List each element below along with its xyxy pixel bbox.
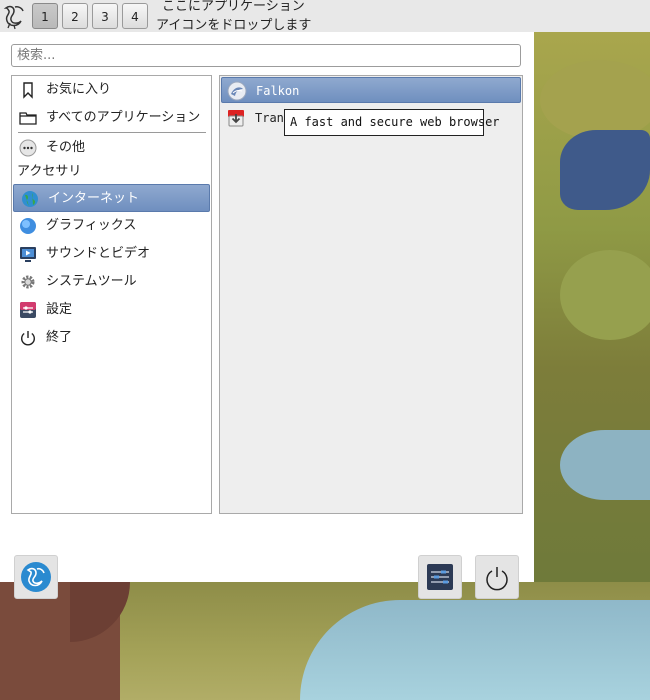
search-input[interactable] <box>11 44 521 67</box>
top-panel: 1 2 3 4 ここにアプリケーション アイコンをドロップします <box>0 0 650 35</box>
category-label: 設定 <box>46 302 73 317</box>
bookmark-icon <box>19 81 37 99</box>
category-list: お気に入り すべてのアプリケーション その他 アクセサリ インターネット グラフ… <box>11 75 212 514</box>
category-label: サウンドとビデオ <box>46 246 151 261</box>
category-label: すべてのアプリケーション <box>46 110 201 125</box>
category-label: その他 <box>46 140 86 155</box>
application-list: Falkon Trans <box>219 75 523 514</box>
desktop-3-button[interactable]: 3 <box>92 3 118 29</box>
quicklaunch-hint[interactable]: ここにアプリケーション アイコンをドロップします <box>156 0 311 35</box>
falkon-icon <box>227 81 247 101</box>
multimedia-icon <box>19 245 37 263</box>
category-system-tools[interactable]: システムツール <box>12 268 211 296</box>
gear-icon <box>19 273 37 291</box>
shutdown-button[interactable] <box>475 555 519 599</box>
desktop-1-button[interactable]: 1 <box>32 3 58 29</box>
settings-icon <box>19 301 37 319</box>
category-label: インターネット <box>48 191 140 206</box>
category-graphics[interactable]: グラフィックス <box>12 212 211 240</box>
quicklaunch-hint-line1: ここにアプリケーション <box>162 0 305 14</box>
category-label: システムツール <box>46 274 137 289</box>
category-favorites[interactable]: お気に入り <box>12 76 211 104</box>
app-tooltip: A fast and secure web browser <box>284 109 500 136</box>
category-settings[interactable]: 設定 <box>12 296 211 324</box>
category-label: グラフィックス <box>46 218 137 233</box>
category-all-applications[interactable]: すべてのアプリケーション <box>12 104 211 132</box>
graphics-icon <box>19 217 37 235</box>
category-other[interactable]: その他 <box>12 134 211 162</box>
app-item-falkon[interactable]: Falkon <box>221 77 521 103</box>
distro-logo-button[interactable] <box>14 555 58 599</box>
transmission-icon <box>226 108 246 128</box>
category-exit[interactable]: 終了 <box>12 324 211 352</box>
globe-icon <box>21 190 39 208</box>
start-menu-icon[interactable] <box>2 2 28 30</box>
category-internet[interactable]: インターネット <box>13 184 210 212</box>
category-sound-video[interactable]: サウンドとビデオ <box>12 240 211 268</box>
category-separator <box>18 132 206 133</box>
desktop-2-button[interactable]: 2 <box>62 3 88 29</box>
app-label: Falkon <box>256 84 300 98</box>
desktop-4-button[interactable]: 4 <box>122 3 148 29</box>
category-label: お気に入り <box>46 82 112 97</box>
folder-icon <box>19 109 37 127</box>
category-label: 終了 <box>46 330 73 345</box>
power-icon <box>19 329 37 347</box>
system-settings-button[interactable] <box>418 555 462 599</box>
more-icon <box>19 139 37 157</box>
section-header-accessories: アクセサリ <box>17 164 82 179</box>
